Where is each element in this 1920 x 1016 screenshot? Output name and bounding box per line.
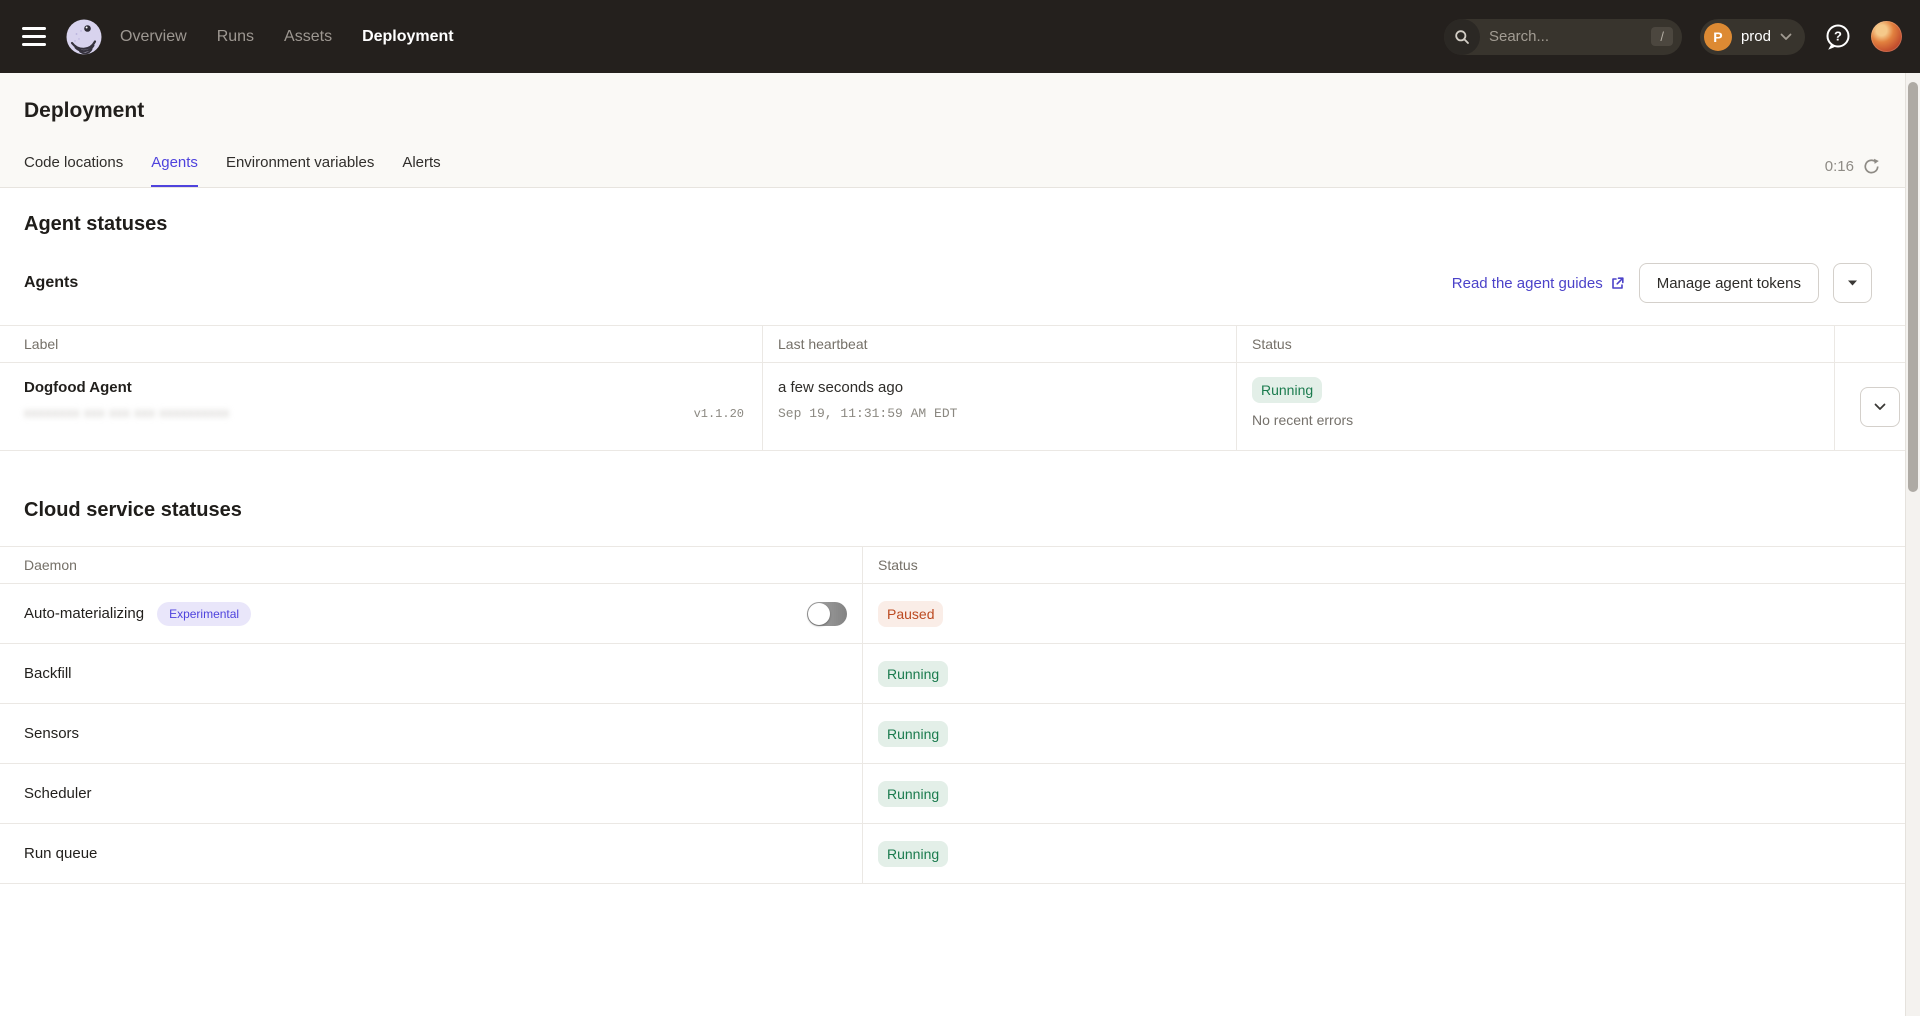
daemon-cell: Sensors [0, 704, 862, 764]
toggle-knob [808, 603, 830, 625]
tab-alerts[interactable]: Alerts [402, 154, 440, 187]
daemon-name: Sensors [24, 725, 79, 742]
search-icon [1444, 19, 1480, 55]
agent-expand-button[interactable] [1860, 387, 1900, 427]
refresh-timer: 0:16 [1825, 158, 1854, 175]
daemon-name: Run queue [24, 845, 97, 862]
refresh-icon[interactable] [1863, 158, 1880, 175]
auto-materializing-toggle[interactable] [807, 602, 847, 626]
dagster-logo-icon[interactable] [64, 17, 104, 57]
daemon-status-cell: Running [862, 704, 1920, 764]
external-link-icon [1610, 276, 1625, 291]
topbar-right-group: Search... / P prod ? [1444, 19, 1902, 55]
manage-agent-tokens-button[interactable]: Manage agent tokens [1639, 263, 1819, 303]
agents-more-actions-button[interactable] [1833, 263, 1872, 303]
table-row: Backfill Running [0, 644, 1920, 704]
svg-text:?: ? [1834, 28, 1842, 43]
nav-item-runs[interactable]: Runs [217, 28, 254, 46]
status-badge: Running [1252, 377, 1322, 403]
daemon-name: Auto-materializing [24, 605, 144, 622]
agent-heartbeat-cell: a few seconds ago Sep 19, 11:31:59 AM ED… [762, 363, 1236, 451]
daemon-name: Backfill [24, 665, 72, 682]
agents-toolbar: Agents Read the agent guides Manage agen… [0, 263, 1920, 303]
daemon-cell: Scheduler [0, 764, 862, 824]
top-navigation-bar: Overview Runs Assets Deployment Search..… [0, 0, 1920, 73]
search-shortcut-key: / [1651, 27, 1673, 46]
table-row: Scheduler Running [0, 764, 1920, 824]
daemon-cell: Backfill [0, 644, 862, 704]
status-badge: Running [878, 721, 948, 747]
agents-table: Label Last heartbeat Status Dogfood Agen… [0, 325, 1920, 451]
heartbeat-relative: a few seconds ago [778, 379, 1236, 396]
help-icon[interactable]: ? [1823, 22, 1853, 52]
deployment-switcher[interactable]: P prod [1700, 19, 1805, 55]
agent-statuses-heading: Agent statuses [24, 213, 1896, 236]
hamburger-menu-icon[interactable] [12, 15, 56, 59]
agents-subheading: Agents [24, 274, 78, 292]
cloud-service-statuses-heading: Cloud service statuses [24, 499, 1896, 522]
page-title: Deployment [24, 73, 1896, 123]
tab-agents[interactable]: Agents [151, 154, 198, 187]
status-badge: Paused [878, 601, 943, 627]
agent-name: Dogfood Agent [24, 379, 744, 396]
chevron-down-icon [1874, 403, 1886, 411]
tab-bar: Code locations Agents Environment variab… [24, 154, 1896, 187]
column-header-status: Status [862, 547, 1920, 584]
search-input[interactable]: Search... / [1444, 19, 1682, 55]
page-header: Deployment Code locations Agents Environ… [0, 73, 1920, 188]
nav-item-deployment[interactable]: Deployment [362, 28, 454, 46]
daemon-status-cell: Running [862, 764, 1920, 824]
agents-table-header: Label Last heartbeat Status [0, 326, 1920, 363]
caret-down-icon [1848, 280, 1857, 286]
agent-label-cell: Dogfood Agent xxxxxxxx xxx xxx xxx xxxxx… [0, 363, 762, 451]
agent-version: v1.1.20 [694, 407, 744, 421]
refresh-area: 0:16 [1825, 158, 1880, 187]
search-placeholder: Search... [1489, 28, 1651, 45]
vertical-scrollbar [1905, 73, 1920, 1016]
status-badge: Running [878, 781, 948, 807]
agent-guides-link-label: Read the agent guides [1452, 275, 1603, 292]
daemon-status-cell: Running [862, 824, 1920, 884]
table-row: Auto-materializing Experimental Paused [0, 584, 1920, 644]
nav-item-assets[interactable]: Assets [284, 28, 332, 46]
daemon-status-cell: Running [862, 644, 1920, 704]
status-badge: Running [878, 841, 948, 867]
tab-code-locations[interactable]: Code locations [24, 154, 123, 187]
heartbeat-timestamp: Sep 19, 11:31:59 AM EDT [778, 406, 1236, 421]
agents-actions: Read the agent guides Manage agent token… [1452, 263, 1872, 303]
table-row: Dogfood Agent xxxxxxxx xxx xxx xxx xxxxx… [0, 363, 1920, 451]
status-note: No recent errors [1252, 412, 1353, 428]
cloud-table-header: Daemon Status [0, 547, 1920, 584]
column-header-daemon: Daemon [0, 547, 862, 584]
scrollbar-thumb[interactable] [1908, 82, 1918, 492]
daemon-status-cell: Paused [862, 584, 1920, 644]
org-name: prod [1741, 28, 1771, 45]
chevron-down-icon [1780, 33, 1792, 41]
experimental-badge: Experimental [157, 602, 251, 626]
table-row: Sensors Running [0, 704, 1920, 764]
org-avatar: P [1704, 23, 1732, 51]
top-nav-links: Overview Runs Assets Deployment [120, 28, 454, 46]
agent-status-cell: Running No recent errors [1236, 363, 1834, 451]
agent-id-redacted: xxxxxxxx xxx xxx xxx xxxxxxxxxx [24, 405, 229, 420]
agent-guides-link[interactable]: Read the agent guides [1452, 275, 1625, 292]
tab-environment-variables[interactable]: Environment variables [226, 154, 374, 187]
daemon-cell: Run queue [0, 824, 862, 884]
status-badge: Running [878, 661, 948, 687]
user-avatar[interactable] [1871, 21, 1902, 52]
column-header-label: Label [0, 326, 762, 363]
column-header-heartbeat: Last heartbeat [762, 326, 1236, 363]
daemon-cell: Auto-materializing Experimental [0, 584, 862, 644]
daemon-name: Scheduler [24, 785, 92, 802]
table-row: Run queue Running [0, 824, 1920, 884]
column-header-status: Status [1236, 326, 1834, 363]
nav-item-overview[interactable]: Overview [120, 28, 187, 46]
cloud-services-table: Daemon Status Auto-materializing Experim… [0, 546, 1920, 884]
